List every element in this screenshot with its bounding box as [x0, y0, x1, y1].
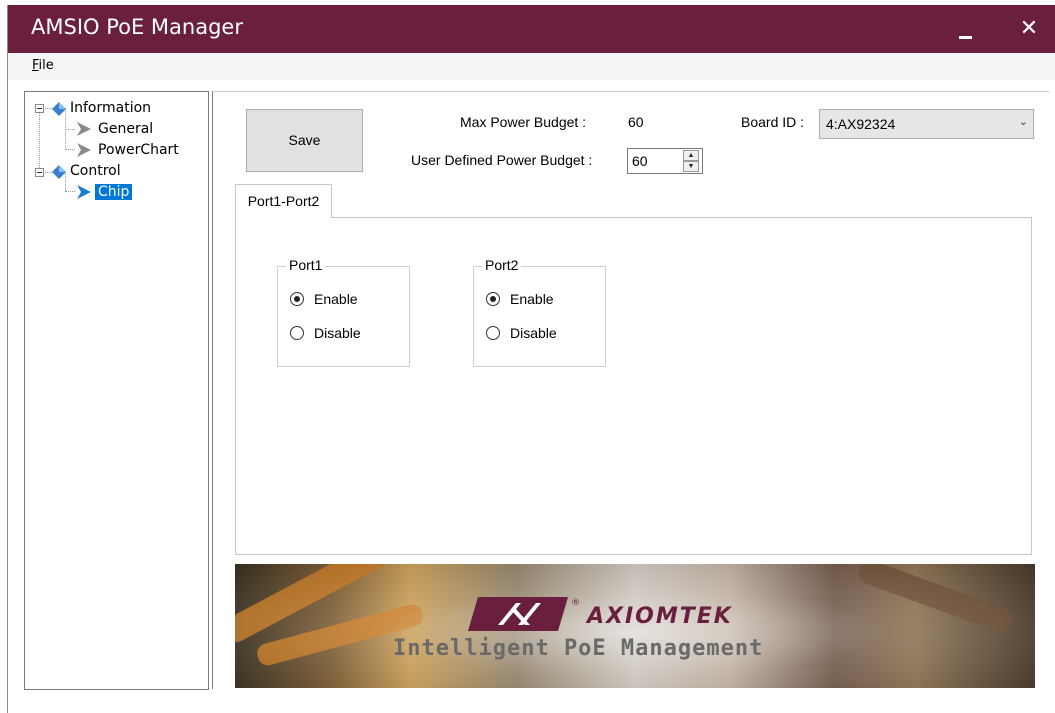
- axiomtek-logo: [468, 597, 568, 631]
- app-window: AMSIO PoE Manager ✕ File Information Gen…: [7, 5, 1055, 713]
- menu-bar: File: [8, 53, 1055, 80]
- max-power-budget-label: Max Power Budget :: [460, 114, 587, 130]
- radio-label: Disable: [510, 325, 557, 341]
- collapse-toggle-information[interactable]: [35, 104, 44, 113]
- tree-connector: [39, 108, 40, 168]
- board-id-select[interactable]: 4:AX92324 ⌄: [819, 109, 1034, 139]
- tab-page: Port1 Enable Disable Port2 Enable Disabl…: [235, 217, 1032, 555]
- minimize-icon: [959, 36, 972, 39]
- radio-checked-icon[interactable]: [486, 292, 500, 306]
- board-id-label: Board ID :: [741, 114, 805, 130]
- tree-item-general[interactable]: General: [98, 120, 153, 138]
- radio-unchecked-icon[interactable]: [486, 326, 500, 340]
- diamond-icon: [52, 165, 66, 179]
- user-power-budget-label: User Defined Power Budget :: [411, 152, 593, 168]
- close-icon: ✕: [1019, 16, 1039, 41]
- tree-item-label: Control: [70, 163, 121, 179]
- radio-checked-icon[interactable]: [290, 292, 304, 306]
- spin-down-arrow-icon[interactable]: ▼: [683, 161, 699, 172]
- radio-unchecked-icon[interactable]: [290, 326, 304, 340]
- diamond-icon: [52, 102, 66, 116]
- arrow-right-icon: [77, 122, 91, 136]
- tree-item-label: PowerChart: [98, 142, 179, 158]
- main-panel: Save Max Power Budget : 60 Board ID : 4:…: [212, 91, 1049, 689]
- board-id-value: 4:AX92324: [826, 116, 896, 132]
- tree-item-information[interactable]: Information: [70, 99, 151, 117]
- tree-connector: [65, 129, 75, 130]
- tree-item-label: Information: [70, 100, 152, 116]
- tree-connector: [65, 149, 75, 150]
- port2-group: Port2 Enable Disable: [473, 257, 606, 367]
- brand-banner: ® AXIOMTEK Intelligent PoE Management: [235, 564, 1035, 688]
- banner-tagline: Intelligent PoE Management: [393, 636, 764, 661]
- user-power-budget-value[interactable]: 60: [632, 153, 648, 169]
- brand-name: AXIOMTEK: [587, 604, 733, 629]
- close-button[interactable]: ✕: [1012, 11, 1046, 47]
- menu-file[interactable]: File: [32, 58, 54, 73]
- registered-mark: ®: [571, 598, 580, 608]
- radio-label: Disable: [314, 325, 361, 341]
- radio-label: Enable: [510, 291, 554, 307]
- port1-group: Port1 Enable Disable: [277, 257, 410, 367]
- group-title: Port2: [482, 257, 522, 273]
- tree-item-label: General: [98, 121, 154, 137]
- arrow-right-icon: [77, 143, 91, 157]
- tree-item-label: Chip: [95, 184, 133, 200]
- menu-file-label: ile: [38, 58, 54, 73]
- title-bar[interactable]: AMSIO PoE Manager ✕: [8, 5, 1055, 53]
- spin-up-arrow-icon[interactable]: ▲: [683, 150, 699, 161]
- arrow-right-icon: [77, 185, 91, 199]
- tree-item-control[interactable]: Control: [70, 162, 121, 180]
- tree-item-chip[interactable]: Chip: [95, 183, 133, 201]
- window-title: AMSIO PoE Manager: [31, 15, 243, 39]
- max-power-budget-value: 60: [628, 114, 644, 130]
- navigation-tree[interactable]: Information General PowerChart Control C…: [24, 91, 209, 690]
- user-power-budget-stepper[interactable]: 60 ▲ ▼: [627, 148, 703, 174]
- save-button[interactable]: Save: [246, 109, 363, 172]
- chevron-down-icon: ⌄: [1018, 116, 1028, 128]
- tab-port1-port2[interactable]: Port1-Port2: [235, 184, 332, 218]
- minimize-button[interactable]: [948, 13, 982, 47]
- collapse-toggle-control[interactable]: [35, 168, 44, 177]
- radio-label: Enable: [314, 291, 358, 307]
- tree-connector: [65, 191, 75, 192]
- group-title: Port1: [286, 257, 326, 273]
- tree-item-powerchart[interactable]: PowerChart: [98, 141, 179, 159]
